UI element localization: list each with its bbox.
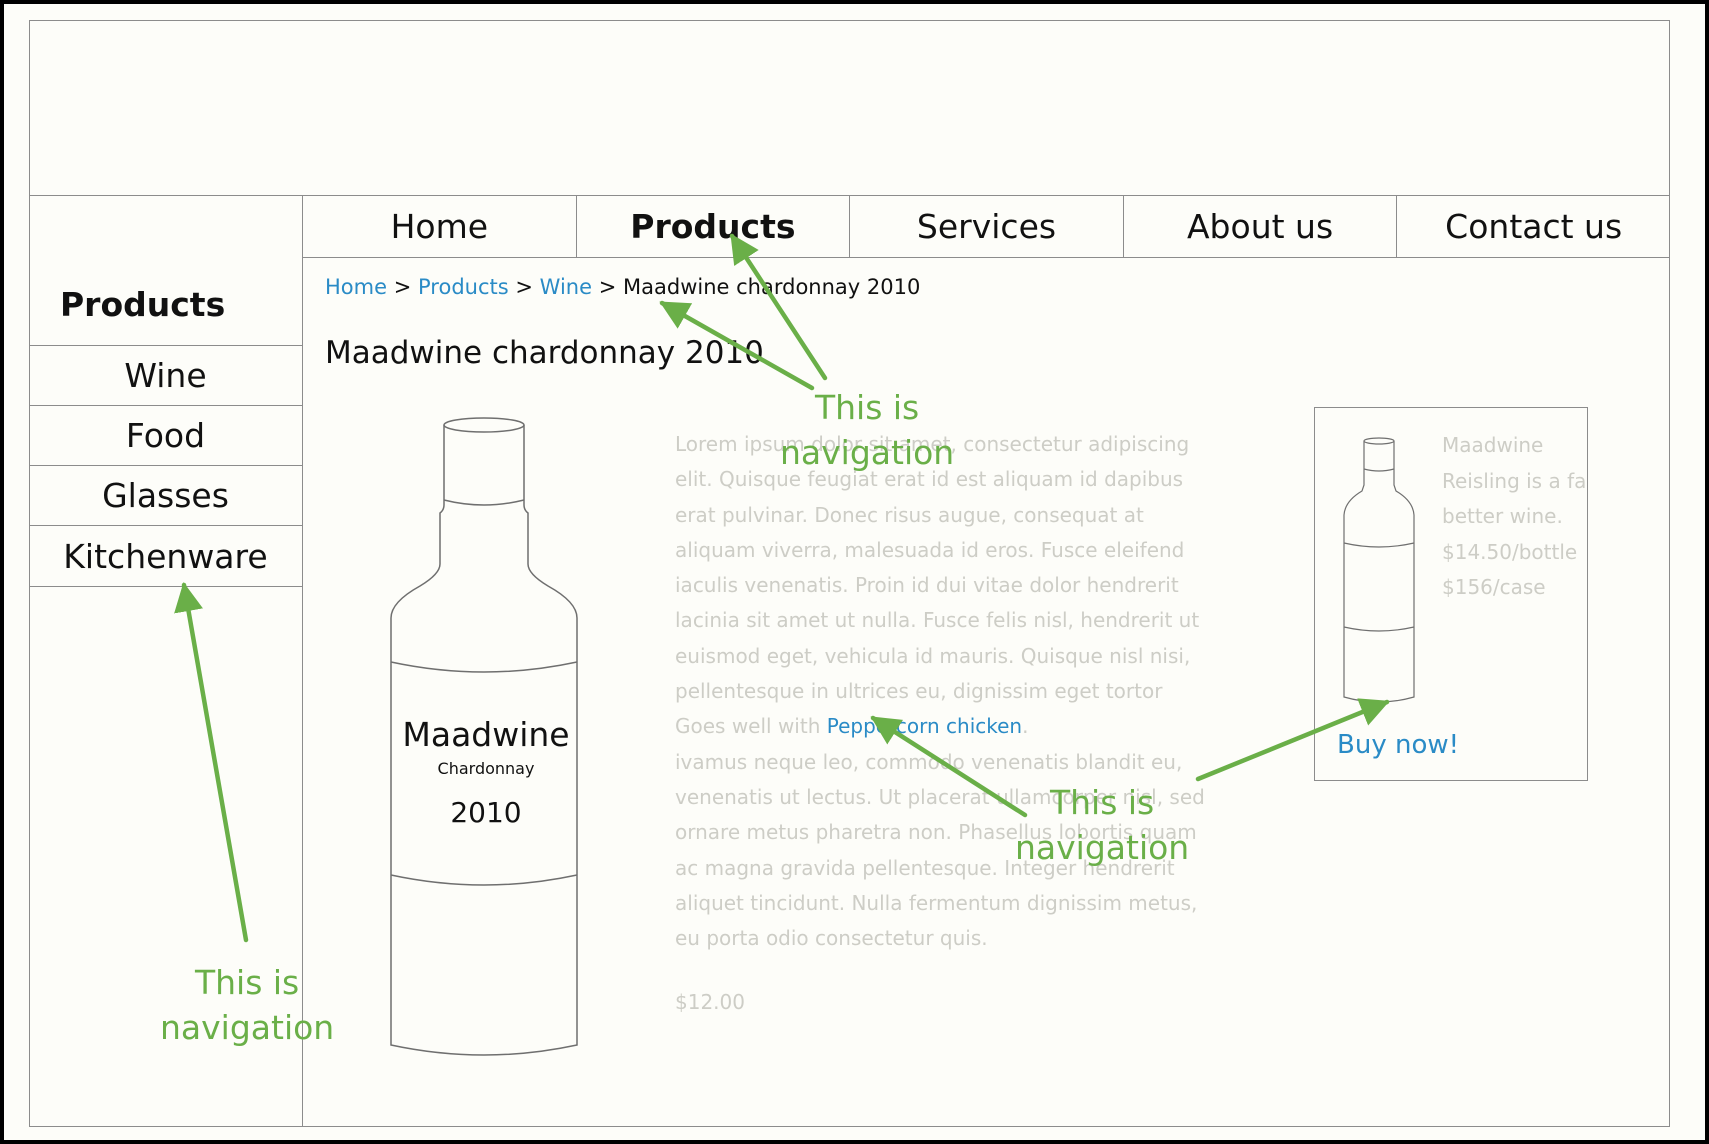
arrow-to-promo [1195,698,1390,782]
arrow-to-topnav [729,233,828,381]
arrow-to-pairing-link [870,715,1028,818]
annotation-line: navigation [1015,828,1190,867]
annotation-line: This is [1049,783,1155,822]
annotation-top: This is navigation [780,385,954,475]
annotation-line: navigation [780,433,955,472]
arrow-to-sidebar [174,582,249,943]
annotation-line: This is [194,963,300,1002]
annotation-left: This is navigation [160,960,334,1050]
arrow-to-breadcrumb [659,300,815,391]
annotation-middle: This is navigation [1015,780,1189,870]
annotation-line: navigation [160,1008,335,1047]
annotation-line: This is [814,388,920,427]
